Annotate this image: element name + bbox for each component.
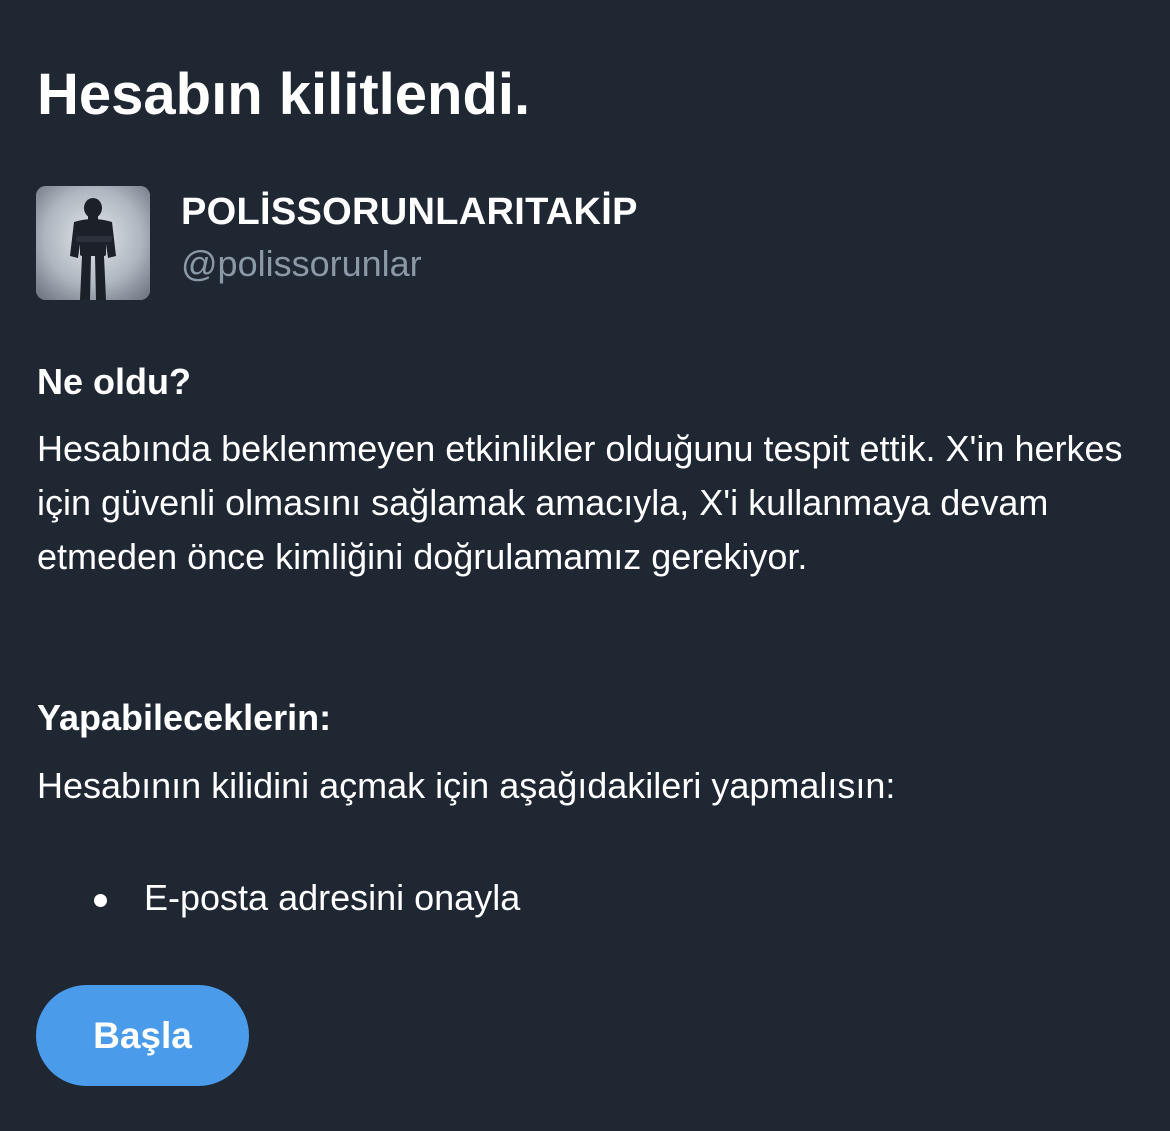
list-item: E-posta adresini onayla xyxy=(90,871,520,925)
locked-account-page: Hesabın kilitlendi. POLİSSORUNLARITAKİP … xyxy=(0,0,1170,1131)
bullet-icon xyxy=(94,894,107,907)
start-button[interactable]: Başla xyxy=(36,985,249,1086)
account-handle: @polissorunlar xyxy=(181,243,422,284)
page-title: Hesabın kilitlendi. xyxy=(37,62,531,127)
soldier-silhouette-icon xyxy=(36,186,150,300)
what-you-can-do-heading: Yapabileceklerin: xyxy=(37,697,332,738)
steps-list: E-posta adresini onayla xyxy=(90,871,520,925)
step-label: E-posta adresini onayla xyxy=(144,877,521,918)
avatar xyxy=(36,186,150,300)
what-happened-heading: Ne oldu? xyxy=(37,361,191,402)
account-card: POLİSSORUNLARITAKİP @polissorunlar xyxy=(36,186,936,300)
what-you-can-do-text: Hesabının kilidini açmak için aşağıdakil… xyxy=(37,765,896,806)
account-display-name: POLİSSORUNLARITAKİP xyxy=(181,191,638,233)
what-happened-text: Hesabında beklenmeyen etkinlikler olduğu… xyxy=(37,428,1123,577)
